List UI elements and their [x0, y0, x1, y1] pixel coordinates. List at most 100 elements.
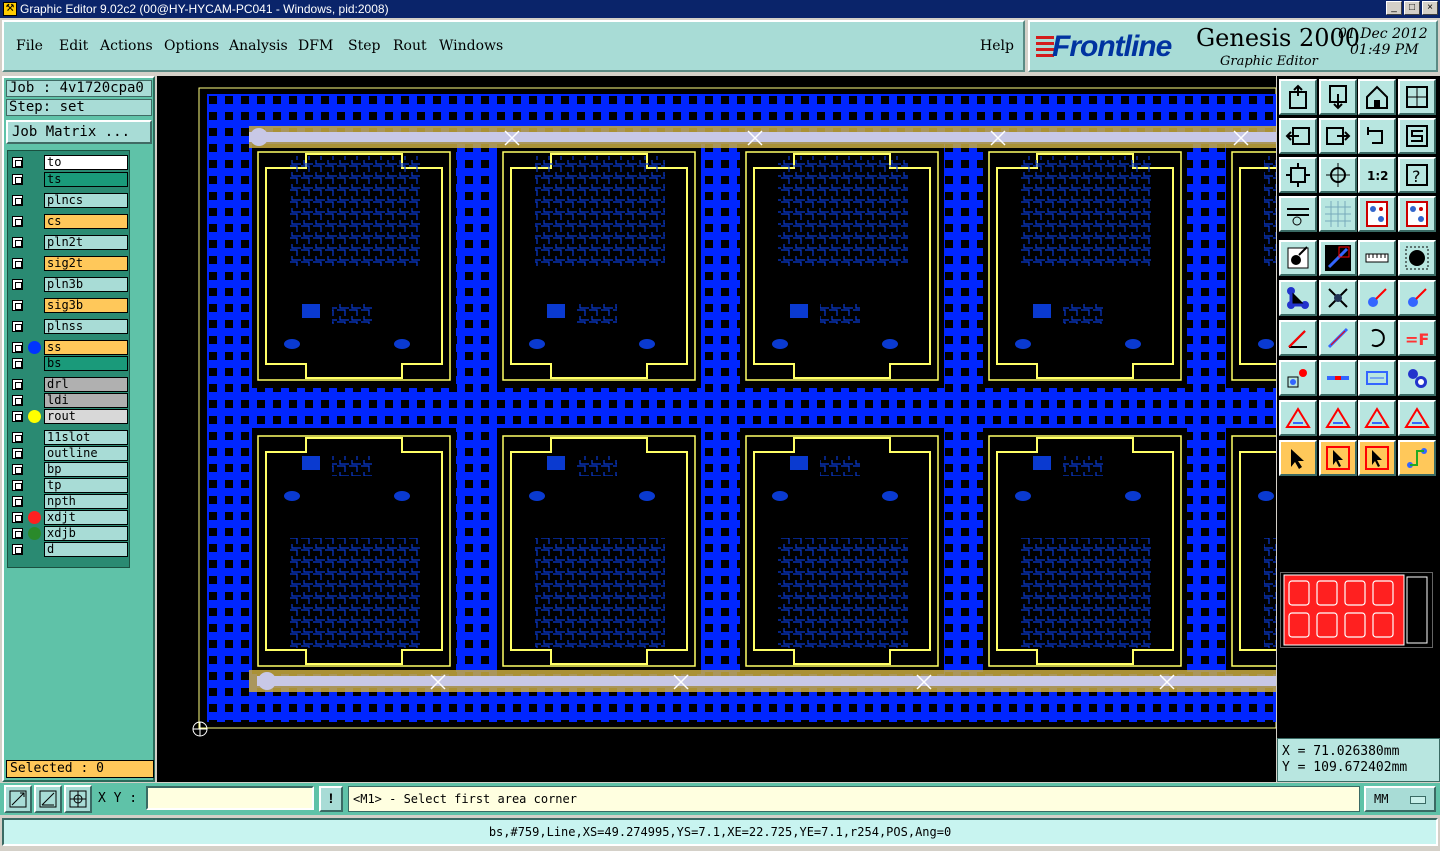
layer-checkbox[interactable] [12, 528, 23, 539]
triangle-tool-button[interactable] [1279, 400, 1317, 436]
layer-row-xdjt[interactable]: xdjt [10, 510, 129, 525]
layer-row-bs[interactable]: bs [10, 356, 129, 371]
layer-checkbox[interactable] [12, 358, 23, 369]
zoom-area-button[interactable] [4, 785, 32, 813]
layer-name[interactable]: npth [44, 494, 128, 509]
layer-checkbox[interactable] [12, 258, 23, 269]
reverse-tool-button[interactable] [1358, 118, 1396, 154]
layer-checkbox[interactable] [12, 448, 23, 459]
layer-row-ldi[interactable]: ldi [10, 393, 129, 408]
layer-row-drl[interactable]: drl [10, 377, 129, 392]
triangle-b-tool-button[interactable] [1358, 400, 1396, 436]
connect-tool-button[interactable] [1279, 280, 1317, 316]
units-select[interactable]: MM [1364, 786, 1436, 812]
point-tool-button[interactable] [1279, 360, 1317, 396]
measure-tool-button[interactable] [1279, 196, 1317, 232]
close-button[interactable]: × [1422, 1, 1438, 15]
layer-name[interactable]: drl [44, 377, 128, 392]
pcb-panel-view[interactable] [157, 76, 1276, 782]
menu-help[interactable]: Help [980, 38, 1014, 54]
cross-tool-button[interactable] [1319, 280, 1357, 316]
layer-checkbox[interactable] [12, 480, 23, 491]
job-matrix-button[interactable]: Job Matrix ... [6, 120, 152, 144]
layer-checkbox[interactable] [12, 157, 23, 168]
layer-checkbox[interactable] [12, 174, 23, 185]
move-right-tool-button[interactable] [1319, 118, 1357, 154]
help-tool-button[interactable]: ? [1398, 157, 1436, 193]
pad-group-tool-button[interactable] [1398, 360, 1436, 396]
layer-checkbox[interactable] [12, 395, 23, 406]
arrow-pad-alt-tool-button[interactable] [1398, 280, 1436, 316]
measure-box-tool-button[interactable] [1358, 360, 1396, 396]
move-down-tool-button[interactable] [1319, 79, 1357, 115]
layer-checkbox[interactable] [12, 195, 23, 206]
ruler-tool-button[interactable] [1358, 240, 1396, 276]
dash-tool-button[interactable] [1319, 360, 1357, 396]
layer-row-plncs[interactable]: plncs [10, 193, 129, 208]
grid-button[interactable] [64, 785, 92, 813]
layer-checkbox[interactable] [12, 321, 23, 332]
layer-checkbox[interactable] [12, 544, 23, 555]
slash-tool-button[interactable] [1319, 320, 1357, 356]
select-alt-tool-button[interactable] [1358, 440, 1396, 476]
layer-row-tp[interactable]: tp [10, 478, 129, 493]
arc-tool-button[interactable] [1358, 320, 1396, 356]
xy-input[interactable] [146, 786, 314, 810]
arrow-pad-tool-button[interactable] [1358, 280, 1396, 316]
layer-checkbox[interactable] [12, 279, 23, 290]
layer-name[interactable]: tp [44, 478, 128, 493]
layer-row-pln2t[interactable]: pln2t [10, 235, 129, 250]
menu-actions[interactable]: Actions [100, 38, 153, 54]
pad-tool-button[interactable] [1398, 240, 1436, 276]
menu-file[interactable]: File [16, 38, 43, 54]
layer-checkbox[interactable] [12, 464, 23, 475]
layer-row-bp[interactable]: bp [10, 462, 129, 477]
layer-name[interactable]: to [44, 155, 128, 170]
menu-step[interactable]: Step [348, 38, 380, 54]
layer-row-pln3b[interactable]: pln3b [10, 277, 129, 292]
layer-row-plnss[interactable]: plnss [10, 319, 129, 334]
layer-row-ss[interactable]: ss [10, 340, 129, 355]
layer-checkbox[interactable] [12, 300, 23, 311]
layer-name[interactable]: outline [44, 446, 128, 461]
layer-name[interactable]: sig3b [44, 298, 128, 313]
overview-map[interactable] [1280, 572, 1433, 648]
layer-checkbox[interactable] [12, 512, 23, 523]
minimize-button[interactable]: _ [1386, 1, 1402, 15]
layer-row-ts[interactable]: ts [10, 172, 129, 187]
ratio-tool-button[interactable]: 1:2 [1358, 157, 1396, 193]
move-up-tool-button[interactable] [1279, 79, 1317, 115]
layer-name[interactable]: ss [44, 340, 128, 355]
layer-row-xdjb[interactable]: xdjb [10, 526, 129, 541]
home-tool-button[interactable] [1358, 79, 1396, 115]
layer-name[interactable]: rout [44, 409, 128, 424]
menu-options[interactable]: Options [164, 38, 219, 54]
grid-tool-button[interactable] [1319, 196, 1357, 232]
select-box-tool-button[interactable] [1319, 440, 1357, 476]
move-left-tool-button[interactable] [1279, 118, 1317, 154]
select-net-tool-button[interactable] [1398, 440, 1436, 476]
layer-name[interactable]: xdjb [44, 526, 128, 541]
select-tool-button[interactable] [1279, 440, 1317, 476]
feature-tool-button[interactable] [1279, 240, 1317, 276]
layer-name[interactable]: xdjt [44, 510, 128, 525]
layer-checkbox[interactable] [12, 496, 23, 507]
layer-row-outline[interactable]: outline [10, 446, 129, 461]
layer-name[interactable]: d [44, 542, 128, 557]
layer-name[interactable]: ts [44, 172, 128, 187]
triangle-c-tool-button[interactable] [1398, 400, 1436, 436]
menu-dfm[interactable]: DFM [298, 38, 333, 54]
layer-name[interactable]: pln2t [44, 235, 128, 250]
layer-mode-tool-button[interactable] [1358, 196, 1396, 232]
layer-name[interactable]: bs [44, 356, 128, 371]
maximize-button[interactable]: □ [1404, 1, 1420, 15]
menu-rout[interactable]: Rout [393, 38, 427, 54]
layer-name[interactable]: ldi [44, 393, 128, 408]
layer-name[interactable]: plncs [44, 193, 128, 208]
layer-name[interactable]: plnss [44, 319, 128, 334]
layer-row-rout[interactable]: rout [10, 409, 129, 424]
fit-tool-button[interactable] [1279, 157, 1317, 193]
layer-checkbox[interactable] [12, 379, 23, 390]
fit-text-tool-button[interactable]: =F [1398, 320, 1436, 356]
graphic-canvas[interactable] [157, 76, 1276, 782]
